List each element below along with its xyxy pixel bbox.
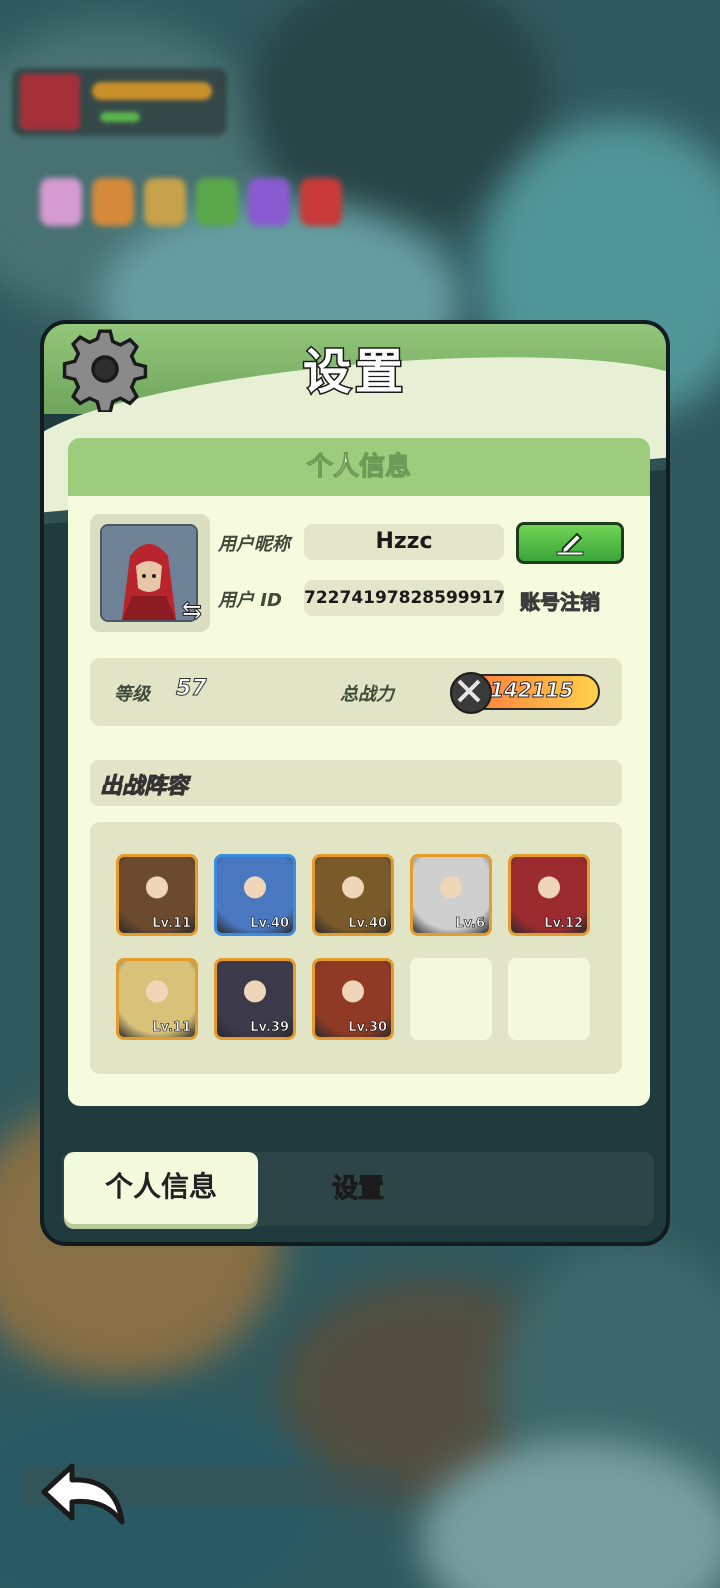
empty-hero-slot[interactable] <box>508 958 590 1040</box>
power-label: 总战力 <box>340 684 394 705</box>
level-value: 57 <box>176 676 208 702</box>
panel-title: 设置 <box>301 343 407 402</box>
power-value: 142115 <box>490 678 574 703</box>
hero-slot[interactable]: Lv.40 <box>312 854 394 936</box>
nickname-field: Hzzc <box>304 524 504 560</box>
avatar-frame[interactable]: ⇆ <box>90 514 210 632</box>
user-id-field: 72274197828599917 <box>304 580 505 616</box>
settings-tabs: 个人信息 设置 <box>62 1152 654 1226</box>
hero-level: Lv.40 <box>348 916 387 932</box>
level-label: 等级 <box>114 684 150 705</box>
hero-slot[interactable]: Lv.40 <box>214 854 296 936</box>
hero-level: Lv.11 <box>152 1020 191 1036</box>
stats-bar: 等级 57 总战力 142115 <box>90 658 622 726</box>
player-hud <box>12 68 227 136</box>
account-cancel-button[interactable]: 账号注销 <box>520 586 601 615</box>
lineup-title: 出战阵容 <box>99 774 189 800</box>
power-badge: 142115 <box>450 672 600 714</box>
swap-avatar-icon[interactable]: ⇆ <box>181 596 202 625</box>
profile-section-header: 个人信息 <box>68 438 650 496</box>
empty-hero-slot[interactable] <box>410 958 492 1040</box>
tab-settings[interactable]: 设置 <box>331 1168 384 1205</box>
back-arrow-icon[interactable] <box>38 1462 128 1532</box>
hero-level: Lv.6 <box>455 916 485 932</box>
hero-level: Lv.39 <box>250 1020 289 1036</box>
hero-slot[interactable]: Lv.6 <box>410 854 492 936</box>
lineup-header: 出战阵容 <box>90 760 622 806</box>
hero-slot[interactable]: Lv.11 <box>116 854 198 936</box>
swords-icon <box>450 672 492 714</box>
tab-profile[interactable]: 个人信息 <box>64 1152 258 1224</box>
nickname-label: 用户昵称 <box>218 534 290 555</box>
profile-card: 个人信息 ⇆ 用户昵称 Hzzc 用户 ID 72274197828599917… <box>68 438 650 1106</box>
hero-level: Lv.12 <box>544 916 583 932</box>
background-icon-row <box>40 178 342 226</box>
hero-slot[interactable]: Lv.39 <box>214 958 296 1040</box>
panel-header: 设置 <box>44 324 666 526</box>
lineup-grid: Lv.11 Lv.40 Lv.40 Lv.6 Lv.12 Lv.11 Lv.39… <box>90 822 622 1074</box>
hero-slot[interactable]: Lv.30 <box>312 958 394 1040</box>
hero-level: Lv.11 <box>152 916 191 932</box>
user-id-label: 用户 ID <box>218 590 282 611</box>
hero-slot[interactable]: Lv.11 <box>116 958 198 1040</box>
edit-nickname-button[interactable] <box>516 522 624 564</box>
hero-level: Lv.40 <box>250 916 289 932</box>
hero-slot[interactable]: Lv.12 <box>508 854 590 936</box>
hero-level: Lv.30 <box>348 1020 387 1036</box>
pencil-icon <box>556 532 584 556</box>
settings-panel: 设置 个人信息 ⇆ 用户昵称 Hzzc 用户 ID 72274197828599… <box>40 320 670 1246</box>
